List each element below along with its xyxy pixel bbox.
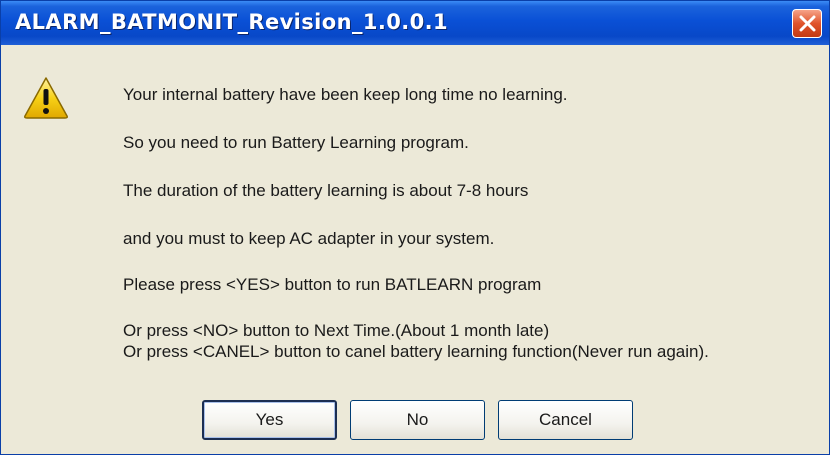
dialog-body: Your internal battery have been keep lon…	[1, 45, 829, 454]
close-icon	[799, 15, 816, 32]
window-title: ALARM_BATMONIT_Revision_1.0.0.1	[15, 10, 449, 34]
message-line-5: Please press <YES> button to run BATLEAR…	[123, 275, 542, 294]
message-line-6: Or press <NO> button to Next Time.(About…	[123, 321, 550, 340]
no-button[interactable]: No	[350, 400, 485, 440]
close-button[interactable]	[792, 9, 822, 38]
message-line-2: So you need to run Battery Learning prog…	[123, 133, 469, 152]
warning-icon	[24, 77, 68, 119]
title-bar[interactable]: ALARM_BATMONIT_Revision_1.0.0.1	[1, 1, 829, 45]
alarm-dialog-window: ALARM_BATMONIT_Revision_1.0.0.1 Your int…	[0, 0, 830, 455]
message-line-7: Or press <CANEL> button to canel battery…	[123, 342, 709, 361]
message-line-1: Your internal battery have been keep lon…	[123, 85, 568, 104]
message-line-3: The duration of the battery learning is …	[123, 181, 529, 200]
cancel-button[interactable]: Cancel	[498, 400, 633, 440]
message-line-4: and you must to keep AC adapter in your …	[123, 229, 495, 248]
yes-button[interactable]: Yes	[202, 400, 337, 440]
